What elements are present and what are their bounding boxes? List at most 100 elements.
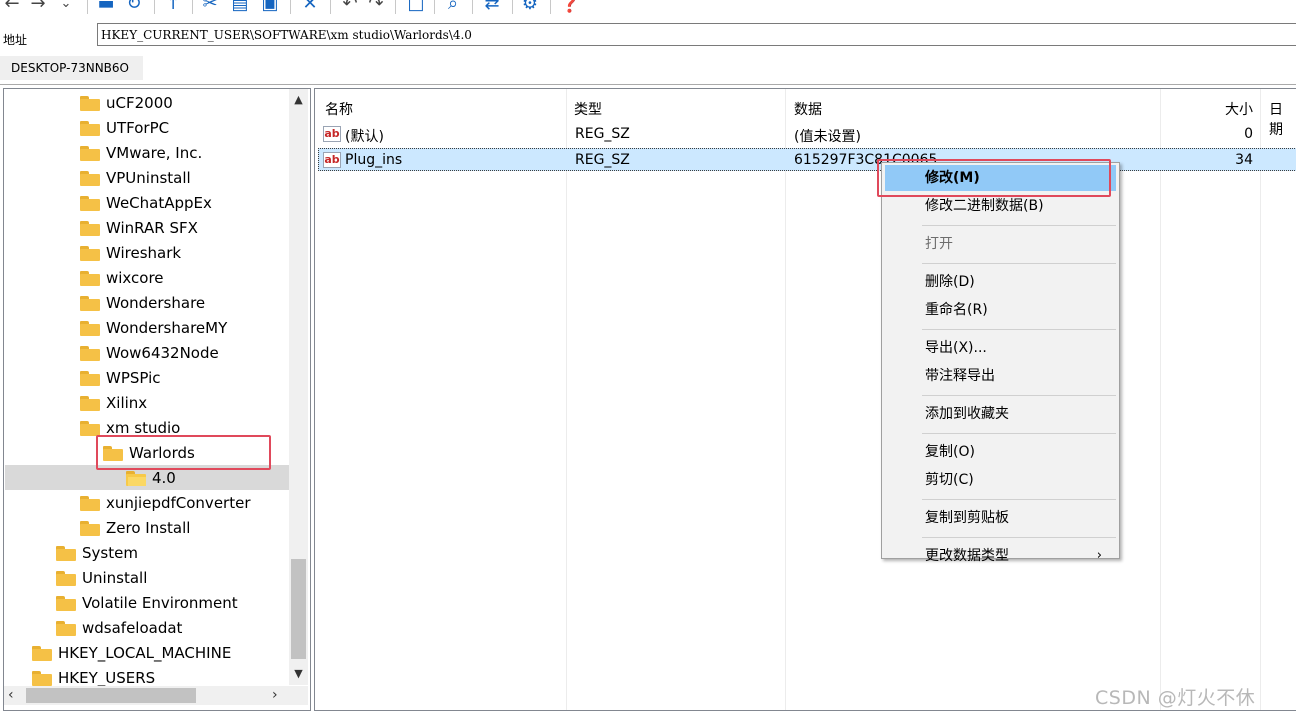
folder-icon — [56, 545, 76, 561]
tree-item-label: uCF2000 — [106, 94, 173, 112]
menu-separator — [922, 433, 1116, 434]
tree-item[interactable]: Volatile Environment — [56, 591, 238, 615]
tree-item[interactable]: System — [56, 541, 138, 565]
menu-item-label: 删除(D) — [925, 274, 975, 290]
menu-item: 打开 — [885, 231, 1116, 257]
dropdown-icon[interactable]: ⌄ — [56, 0, 76, 14]
tree-item[interactable]: wixcore — [80, 266, 164, 290]
folder-icon — [80, 195, 100, 211]
tree-item[interactable]: WeChatAppEx — [80, 191, 212, 215]
tree-item[interactable]: xunjiepdfConverter — [80, 491, 251, 515]
toolbar-separator — [550, 0, 551, 14]
copy-icon[interactable]: ▤ — [230, 0, 250, 14]
undo-icon[interactable]: ↶ — [340, 0, 360, 14]
folder-icon — [80, 220, 100, 236]
tree-item-label: Volatile Environment — [82, 594, 238, 612]
tree-item-label: WeChatAppEx — [106, 194, 212, 212]
menu-separator — [922, 395, 1116, 396]
tree-item[interactable]: Zero Install — [80, 516, 190, 540]
menu-item[interactable]: 添加到收藏夹 — [885, 401, 1116, 427]
column-header-name[interactable]: 名称 — [325, 99, 353, 119]
divider — [0, 84, 1296, 85]
tree-vertical-scrollbar[interactable]: ▲ ▼ — [289, 89, 308, 685]
registry-tree[interactable]: uCF2000 UTForPC VMware, Inc. VPUninstall WeC… — [3, 88, 311, 711]
tree-item[interactable]: VPUninstall — [80, 166, 191, 190]
scroll-thumb[interactable] — [291, 559, 306, 659]
scroll-left-icon[interactable]: ‹ — [8, 686, 14, 705]
tree-item[interactable]: HKEY_LOCAL_MACHINE — [32, 641, 231, 665]
folder-icon — [80, 145, 100, 161]
context-menu[interactable]: 修改(M) 修改二进制数据(B) 打开 删除(D) 重命名(R) 导出(X)... 带注释导… — [881, 162, 1120, 564]
tree-item[interactable]: Wow6432Node — [80, 341, 219, 365]
up-arrow-icon[interactable]: ↑ — [163, 0, 183, 14]
find-icon[interactable]: ⌕ — [443, 0, 463, 14]
folder-icon — [80, 120, 100, 136]
menu-separator — [922, 263, 1116, 264]
tree-item-label: HKEY_USERS — [58, 669, 156, 687]
new-key-icon[interactable]: □ — [406, 0, 426, 14]
tree-item[interactable]: Wireshark — [80, 241, 181, 265]
cut-icon[interactable]: ✂ — [200, 0, 220, 14]
tree-item[interactable]: uCF2000 — [80, 91, 173, 115]
tree-item[interactable]: Uninstall — [56, 566, 147, 590]
menu-item[interactable]: 重命名(R) — [885, 297, 1116, 323]
string-value-icon: ab — [323, 152, 341, 168]
tree-item-label: Xilinx — [106, 394, 148, 412]
menu-item[interactable]: 导出(X)... — [885, 335, 1116, 361]
column-header-type[interactable]: 类型 — [574, 99, 602, 119]
tree-item[interactable]: Wondershare — [80, 291, 205, 315]
forward-arrow-icon[interactable]: → — [28, 0, 48, 14]
refresh-icon[interactable]: ↻ — [124, 0, 144, 14]
scroll-right-icon[interactable]: › — [272, 686, 278, 705]
settings-icon[interactable]: ⚙ — [520, 0, 540, 14]
menu-separator — [922, 537, 1116, 538]
menu-item[interactable]: 带注释导出 — [885, 363, 1116, 389]
modify-highlight-box — [877, 159, 1111, 197]
folder-icon — [56, 595, 76, 611]
computer-icon[interactable]: ▬ — [96, 0, 116, 14]
menu-item-label: 重命名(R) — [925, 302, 988, 318]
column-header-date[interactable]: 日期 — [1269, 99, 1296, 139]
scroll-thumb[interactable] — [26, 688, 196, 703]
folder-icon — [80, 520, 100, 536]
menu-item[interactable]: 复制到剪贴板 — [885, 505, 1116, 531]
tree-item[interactable]: WinRAR SFX — [80, 216, 198, 240]
menu-item[interactable]: 复制(O) — [885, 439, 1116, 465]
tree-item[interactable]: UTForPC — [80, 116, 169, 140]
tree-item[interactable]: WondershareMY — [80, 316, 227, 340]
delete-icon[interactable]: ✕ — [300, 0, 320, 14]
redo-icon[interactable]: ↷ — [366, 0, 386, 14]
folder-icon — [80, 170, 100, 186]
toolbar-separator — [192, 0, 193, 14]
menu-item[interactable]: 剪切(C) — [885, 467, 1116, 493]
address-input[interactable] — [101, 26, 1281, 44]
tree-item-label: System — [82, 544, 138, 562]
help-icon[interactable]: ❓ — [559, 0, 581, 14]
jump-icon[interactable]: ⇄ — [482, 0, 502, 14]
menu-separator — [922, 225, 1116, 226]
menu-item-label: 带注释导出 — [925, 368, 995, 384]
folder-icon — [80, 245, 100, 261]
tree-horizontal-scrollbar[interactable]: ‹ › — [4, 686, 308, 705]
folder-icon — [80, 345, 100, 361]
tree-item[interactable]: Xilinx — [80, 391, 147, 415]
menu-item-label: 复制(O) — [925, 444, 975, 460]
computer-tab[interactable]: DESKTOP-73NNB6O — [0, 56, 143, 80]
tree-item[interactable]: VMware, Inc. — [80, 141, 202, 165]
value-list[interactable]: 名称 类型 数据 大小 日期 ab (默认) REG_SZ (值未设置) 0 a… — [314, 88, 1296, 711]
tree-item[interactable]: WPSPic — [80, 366, 161, 390]
tree-item-label: Uninstall — [82, 569, 148, 587]
column-header-size[interactable]: 大小 — [1195, 99, 1253, 119]
toolbar-separator — [395, 0, 396, 14]
folder-icon — [56, 620, 76, 636]
column-header-data[interactable]: 数据 — [794, 99, 822, 119]
menu-item[interactable]: 删除(D) — [885, 269, 1116, 295]
back-arrow-icon[interactable]: ← — [2, 0, 22, 14]
scroll-down-icon[interactable]: ▼ — [289, 667, 308, 683]
toolbar-separator — [512, 0, 513, 14]
scroll-up-icon[interactable]: ▲ — [289, 93, 308, 109]
menu-item[interactable]: 更改数据类型 › — [885, 543, 1116, 569]
export-icon[interactable]: ▣ — [260, 0, 280, 14]
tree-item[interactable]: wdsafeloadat — [56, 616, 182, 640]
value-type: REG_SZ — [575, 126, 630, 142]
